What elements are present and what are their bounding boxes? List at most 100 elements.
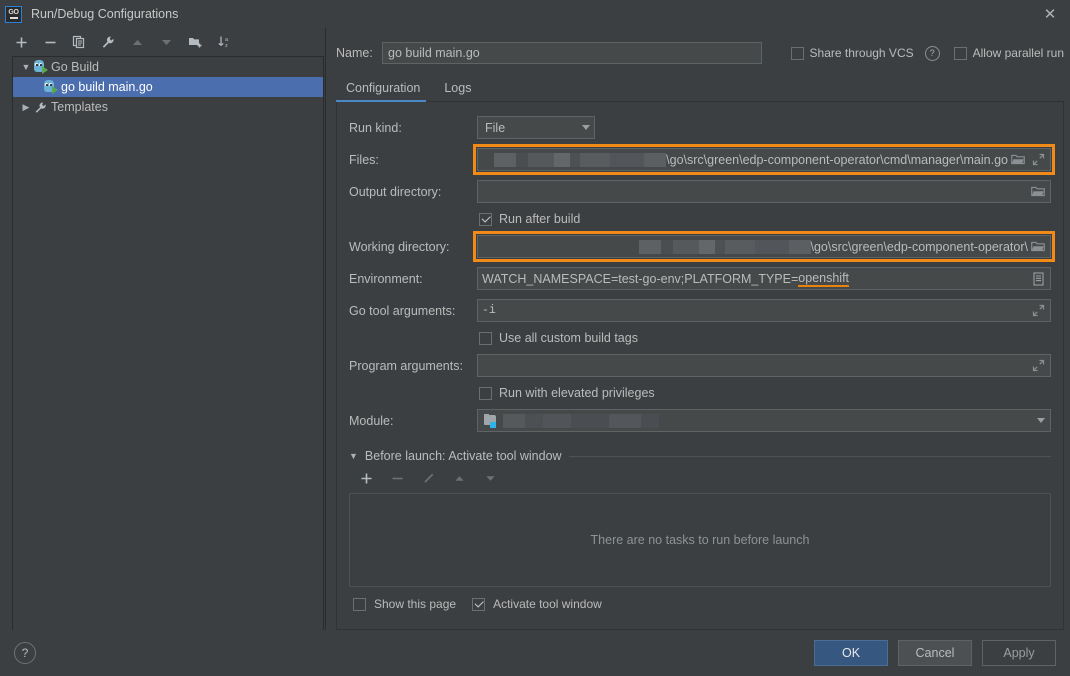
add-task-button[interactable]: [357, 469, 375, 487]
environment-row: Environment: WATCH_NAMESPACE=test-go-env…: [349, 267, 1051, 290]
chevron-down-icon[interactable]: [1037, 418, 1045, 423]
use-all-custom-build-tags-checkbox[interactable]: Use all custom build tags: [479, 331, 1051, 345]
allow-parallel-run-label: Allow parallel run: [973, 46, 1064, 60]
folder-add-icon[interactable]: [186, 33, 204, 51]
activate-tool-window-label: Activate tool window: [493, 597, 602, 611]
files-value: \go\src\green\edp-component-operator\cmd…: [666, 153, 1008, 167]
share-through-vcs-checkbox[interactable]: Share through VCS ?: [791, 46, 940, 61]
run-with-elevated-privileges-box[interactable]: [479, 387, 492, 400]
run-after-build-box[interactable]: [479, 213, 492, 226]
tree-item-go-build[interactable]: ▼ Go Build: [13, 57, 323, 77]
chevron-right-icon[interactable]: ▶: [19, 102, 33, 113]
chevron-down-icon[interactable]: ▼: [19, 62, 33, 72]
chevron-down-icon[interactable]: [582, 125, 590, 130]
show-this-page-box[interactable]: [353, 598, 366, 611]
output-directory-control: [477, 180, 1051, 203]
folder-icon[interactable]: [1008, 150, 1028, 170]
expand-icon[interactable]: [1028, 150, 1048, 170]
go-tool-arguments-value: -i: [482, 304, 1028, 317]
run-with-elevated-privileges-label: Run with elevated privileges: [499, 386, 655, 400]
sort-az-icon[interactable]: a z: [215, 33, 233, 51]
move-task-down-button[interactable]: [481, 469, 499, 487]
run-kind-select[interactable]: File: [477, 116, 595, 139]
list-edit-icon[interactable]: [1028, 269, 1048, 289]
goland-icon: GO: [5, 6, 22, 23]
output-directory-row: Output directory:: [349, 180, 1051, 203]
tree-item-go-build-main-go[interactable]: go build main.go: [13, 77, 323, 97]
redacted-module-name: [503, 414, 659, 428]
help-icon[interactable]: ?: [14, 642, 36, 664]
before-launch-toolbar: [349, 465, 1051, 491]
output-directory-input[interactable]: [477, 180, 1051, 203]
configurations-tree[interactable]: ▼ Go Build go build main.go: [12, 56, 324, 630]
go-tool-arguments-row: Go tool arguments: -i: [349, 299, 1051, 322]
files-value-wrap: \go\src\green\edp-component-operator\cmd…: [482, 153, 1008, 167]
copy-icon[interactable]: [70, 33, 88, 51]
window-title: Run/Debug Configurations: [31, 7, 178, 21]
name-input[interactable]: [382, 42, 762, 64]
program-arguments-row: Program arguments:: [349, 354, 1051, 377]
svg-text:z: z: [225, 43, 228, 49]
working-directory-label: Working directory:: [349, 240, 477, 254]
environment-label: Environment:: [349, 272, 477, 286]
working-directory-value: \go\src\green\edp-component-operator\: [811, 240, 1029, 254]
move-down-button[interactable]: [157, 33, 175, 51]
run-with-elevated-privileges-checkbox[interactable]: Run with elevated privileges: [479, 386, 1051, 400]
close-icon[interactable]: ✕: [1030, 0, 1070, 28]
environment-value-wrap: WATCH_NAMESPACE=test-go-env;PLATFORM_TYP…: [482, 271, 1028, 287]
ok-button[interactable]: OK: [814, 640, 888, 666]
run-after-build-checkbox[interactable]: Run after build: [479, 212, 1051, 226]
working-directory-row: Working directory:: [349, 235, 1051, 258]
module-control: [477, 409, 1051, 432]
goland-icon-text: GO: [8, 9, 18, 16]
go-tool-arguments-input[interactable]: -i: [477, 299, 1051, 322]
environment-value-highlight: openshift: [798, 271, 849, 287]
dialog-footer: ? OK Cancel Apply: [0, 630, 1070, 676]
module-label: Module:: [349, 414, 477, 428]
remove-task-button[interactable]: [388, 469, 406, 487]
chevron-down-icon[interactable]: ▼: [349, 451, 358, 461]
expand-icon[interactable]: [1028, 301, 1048, 321]
wrench-icon[interactable]: [99, 33, 117, 51]
before-launch-title: Before launch: Activate tool window: [365, 449, 562, 463]
tab-logs[interactable]: Logs: [434, 81, 485, 101]
before-launch-header: ▼ Before launch: Activate tool window: [349, 449, 1051, 463]
files-input[interactable]: \go\src\green\edp-component-operator\cmd…: [477, 148, 1051, 171]
tree-item-label: Templates: [51, 100, 108, 114]
run-kind-row: Run kind: File: [349, 116, 1051, 139]
folder-icon[interactable]: [1028, 182, 1048, 202]
working-directory-value-wrap: \go\src\green\edp-component-operator\: [482, 240, 1028, 254]
add-configuration-button[interactable]: [12, 33, 30, 51]
editor-tabs: Configuration Logs: [336, 74, 1064, 102]
tab-configuration[interactable]: Configuration: [336, 81, 434, 101]
module-select[interactable]: [477, 409, 1051, 432]
share-through-vcs-box[interactable]: [791, 47, 804, 60]
before-launch-task-list[interactable]: There are no tasks to run before launch: [349, 493, 1051, 587]
pencil-icon[interactable]: [419, 469, 437, 487]
name-row: Name: Share through VCS ? Allow parallel…: [336, 28, 1064, 74]
show-this-page-label: Show this page: [374, 597, 456, 611]
use-all-custom-build-tags-box[interactable]: [479, 332, 492, 345]
apply-button[interactable]: Apply: [982, 640, 1056, 666]
tree-item-templates[interactable]: ▶ Templates: [13, 97, 323, 117]
move-up-button[interactable]: [128, 33, 146, 51]
module-icon: [484, 414, 499, 427]
remove-configuration-button[interactable]: [41, 33, 59, 51]
help-icon[interactable]: ?: [925, 46, 940, 61]
program-arguments-input[interactable]: [477, 354, 1051, 377]
working-directory-input[interactable]: \go\src\green\edp-component-operator\: [477, 235, 1051, 258]
folder-icon[interactable]: [1028, 237, 1048, 257]
goland-icon-bar: [10, 17, 18, 19]
environment-control: WATCH_NAMESPACE=test-go-env;PLATFORM_TYP…: [477, 267, 1051, 290]
allow-parallel-run-checkbox[interactable]: Allow parallel run: [954, 46, 1064, 60]
allow-parallel-run-box[interactable]: [954, 47, 967, 60]
cancel-button[interactable]: Cancel: [898, 640, 972, 666]
files-row: Files:: [349, 148, 1051, 171]
go-gopher-icon: [33, 60, 47, 74]
activate-tool-window-box[interactable]: [472, 598, 485, 611]
expand-icon[interactable]: [1028, 356, 1048, 376]
move-task-up-button[interactable]: [450, 469, 468, 487]
environment-input[interactable]: WATCH_NAMESPACE=test-go-env;PLATFORM_TYP…: [477, 267, 1051, 290]
program-arguments-control: [477, 354, 1051, 377]
output-directory-label: Output directory:: [349, 185, 477, 199]
